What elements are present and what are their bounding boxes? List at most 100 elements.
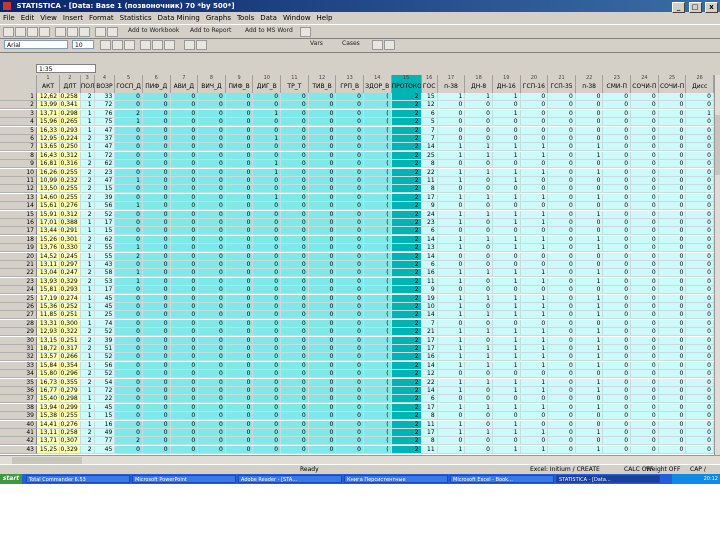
table-cell[interactable]: 0 xyxy=(686,168,714,177)
table-cell[interactable]: 0 xyxy=(631,429,659,437)
table-cell[interactable]: 0 xyxy=(115,345,143,353)
table-cell[interactable]: 0 xyxy=(686,361,714,370)
table-cell[interactable]: 0,276 xyxy=(60,420,81,429)
table-cell[interactable]: 0 xyxy=(631,193,659,202)
table-cell[interactable]: 0 xyxy=(142,319,171,328)
table-cell[interactable]: 0 xyxy=(281,252,309,261)
table-cell[interactable]: 0 xyxy=(281,286,309,295)
row-number[interactable]: 2 xyxy=(0,101,37,110)
row-number[interactable]: 27 xyxy=(0,311,37,320)
table-cell[interactable]: 0 xyxy=(142,160,171,169)
table-cell[interactable]: 0 xyxy=(465,185,493,194)
table-cell[interactable]: 62 xyxy=(94,160,116,169)
table-cell[interactable]: 1 xyxy=(437,294,466,303)
table-cell[interactable]: 0 xyxy=(253,185,282,194)
table-cell[interactable]: 0 xyxy=(253,412,282,421)
column-header[interactable]: 8 ВИЧ_Д xyxy=(198,75,226,93)
table-cell[interactable]: 2 xyxy=(80,193,95,202)
table-cell[interactable]: ( xyxy=(363,252,392,261)
menu-item-4[interactable]: Format xyxy=(89,14,114,22)
table-cell[interactable]: 0 xyxy=(308,235,337,244)
table-cell[interactable]: 0 xyxy=(520,412,549,421)
table-cell[interactable]: 14,41 xyxy=(37,420,61,429)
table-cell[interactable]: 13,15 xyxy=(37,336,61,345)
zoom-icon[interactable] xyxy=(384,40,395,50)
table-cell[interactable]: ( xyxy=(363,277,392,286)
table-cell[interactable]: 0 xyxy=(170,286,199,295)
table-cell[interactable]: 0 xyxy=(575,109,604,118)
table-cell[interactable]: 2 xyxy=(391,437,422,446)
table-cell[interactable]: 0 xyxy=(575,437,604,446)
table-cell[interactable]: 0 xyxy=(336,202,364,211)
table-cell[interactable]: 0 xyxy=(336,227,364,236)
table-cell[interactable]: 1 xyxy=(465,143,493,152)
table-cell[interactable]: 14 xyxy=(421,235,438,244)
table-cell[interactable]: 51 xyxy=(94,345,116,353)
table-cell[interactable]: 0 xyxy=(603,126,632,135)
table-cell[interactable]: 0 xyxy=(437,118,466,127)
table-cell[interactable]: 0 xyxy=(170,269,199,278)
table-cell[interactable]: 1 xyxy=(520,244,549,253)
table-cell[interactable]: 0 xyxy=(548,387,576,395)
table-cell[interactable]: 0 xyxy=(142,395,171,404)
table-cell[interactable]: 0 xyxy=(631,143,659,152)
table-cell[interactable]: 0 xyxy=(281,353,309,362)
table-cell[interactable]: 0 xyxy=(631,252,659,261)
table-cell[interactable]: 1 xyxy=(437,151,466,160)
table-cell[interactable]: 9 xyxy=(421,286,438,295)
table-cell[interactable]: 0 xyxy=(548,370,576,379)
table-cell[interactable]: 0 xyxy=(115,294,143,303)
table-cell[interactable]: 2 xyxy=(80,135,95,143)
table-cell[interactable]: 0 xyxy=(225,93,254,101)
table-cell[interactable]: 0 xyxy=(658,429,687,437)
table-cell[interactable]: 17,19 xyxy=(37,294,61,303)
table-cell[interactable]: 0,293 xyxy=(60,126,81,135)
table-cell[interactable]: 0 xyxy=(115,328,143,337)
table-cell[interactable]: 0 xyxy=(336,370,364,379)
table-cell[interactable]: 0 xyxy=(308,202,337,211)
table-cell[interactable]: 0 xyxy=(170,353,199,362)
table-cell[interactable]: 1 xyxy=(465,168,493,177)
table-cell[interactable]: 0 xyxy=(142,277,171,286)
table-cell[interactable]: 0 xyxy=(170,143,199,152)
row-number[interactable]: 19 xyxy=(0,244,37,253)
row-number[interactable]: 29 xyxy=(0,328,37,337)
table-cell[interactable]: ( xyxy=(363,387,392,395)
table-cell[interactable]: 2 xyxy=(115,109,143,118)
table-cell[interactable]: 0 xyxy=(336,101,364,110)
table-cell[interactable]: ( xyxy=(363,378,392,387)
table-cell[interactable]: 0 xyxy=(198,185,226,194)
table-cell[interactable]: 0 xyxy=(170,109,199,118)
column-header[interactable]: 21 ГСП-35 xyxy=(548,75,576,93)
table-cell[interactable]: 0 xyxy=(198,177,226,185)
table-cell[interactable]: 1 xyxy=(437,93,466,101)
vars-button[interactable]: Vars xyxy=(310,40,323,47)
table-cell[interactable]: 0 xyxy=(115,143,143,152)
table-cell[interactable]: 0 xyxy=(115,420,143,429)
table-cell[interactable]: 13,31 xyxy=(37,319,61,328)
taskbar-item[interactable]: STATISTICA - [Data... xyxy=(556,475,660,483)
table-cell[interactable]: 14 xyxy=(421,361,438,370)
column-header[interactable]: 26 Дисс xyxy=(686,75,714,93)
table-cell[interactable]: 0 xyxy=(142,93,171,101)
table-cell[interactable]: 0 xyxy=(142,429,171,437)
table-cell[interactable]: 0 xyxy=(253,328,282,337)
table-cell[interactable]: 0 xyxy=(492,370,521,379)
start-button[interactable]: start xyxy=(0,474,22,484)
table-cell[interactable]: 0 xyxy=(336,412,364,421)
table-cell[interactable]: 2 xyxy=(80,235,95,244)
row-number[interactable]: 32 xyxy=(0,353,37,362)
table-cell[interactable]: 1 xyxy=(437,219,466,227)
table-cell[interactable]: 0,307 xyxy=(60,437,81,446)
table-cell[interactable]: 0 xyxy=(437,126,466,135)
table-cell[interactable]: 0 xyxy=(336,319,364,328)
table-cell[interactable]: 0 xyxy=(492,252,521,261)
table-cell[interactable]: 0 xyxy=(686,412,714,421)
table-cell[interactable]: 0 xyxy=(437,412,466,421)
table-cell[interactable]: 1 xyxy=(492,387,521,395)
table-cell[interactable]: 0 xyxy=(336,395,364,404)
table-cell[interactable]: 0 xyxy=(336,261,364,269)
table-cell[interactable]: 0 xyxy=(658,345,687,353)
table-cell[interactable]: ( xyxy=(363,345,392,353)
table-cell[interactable]: 2 xyxy=(80,345,95,353)
